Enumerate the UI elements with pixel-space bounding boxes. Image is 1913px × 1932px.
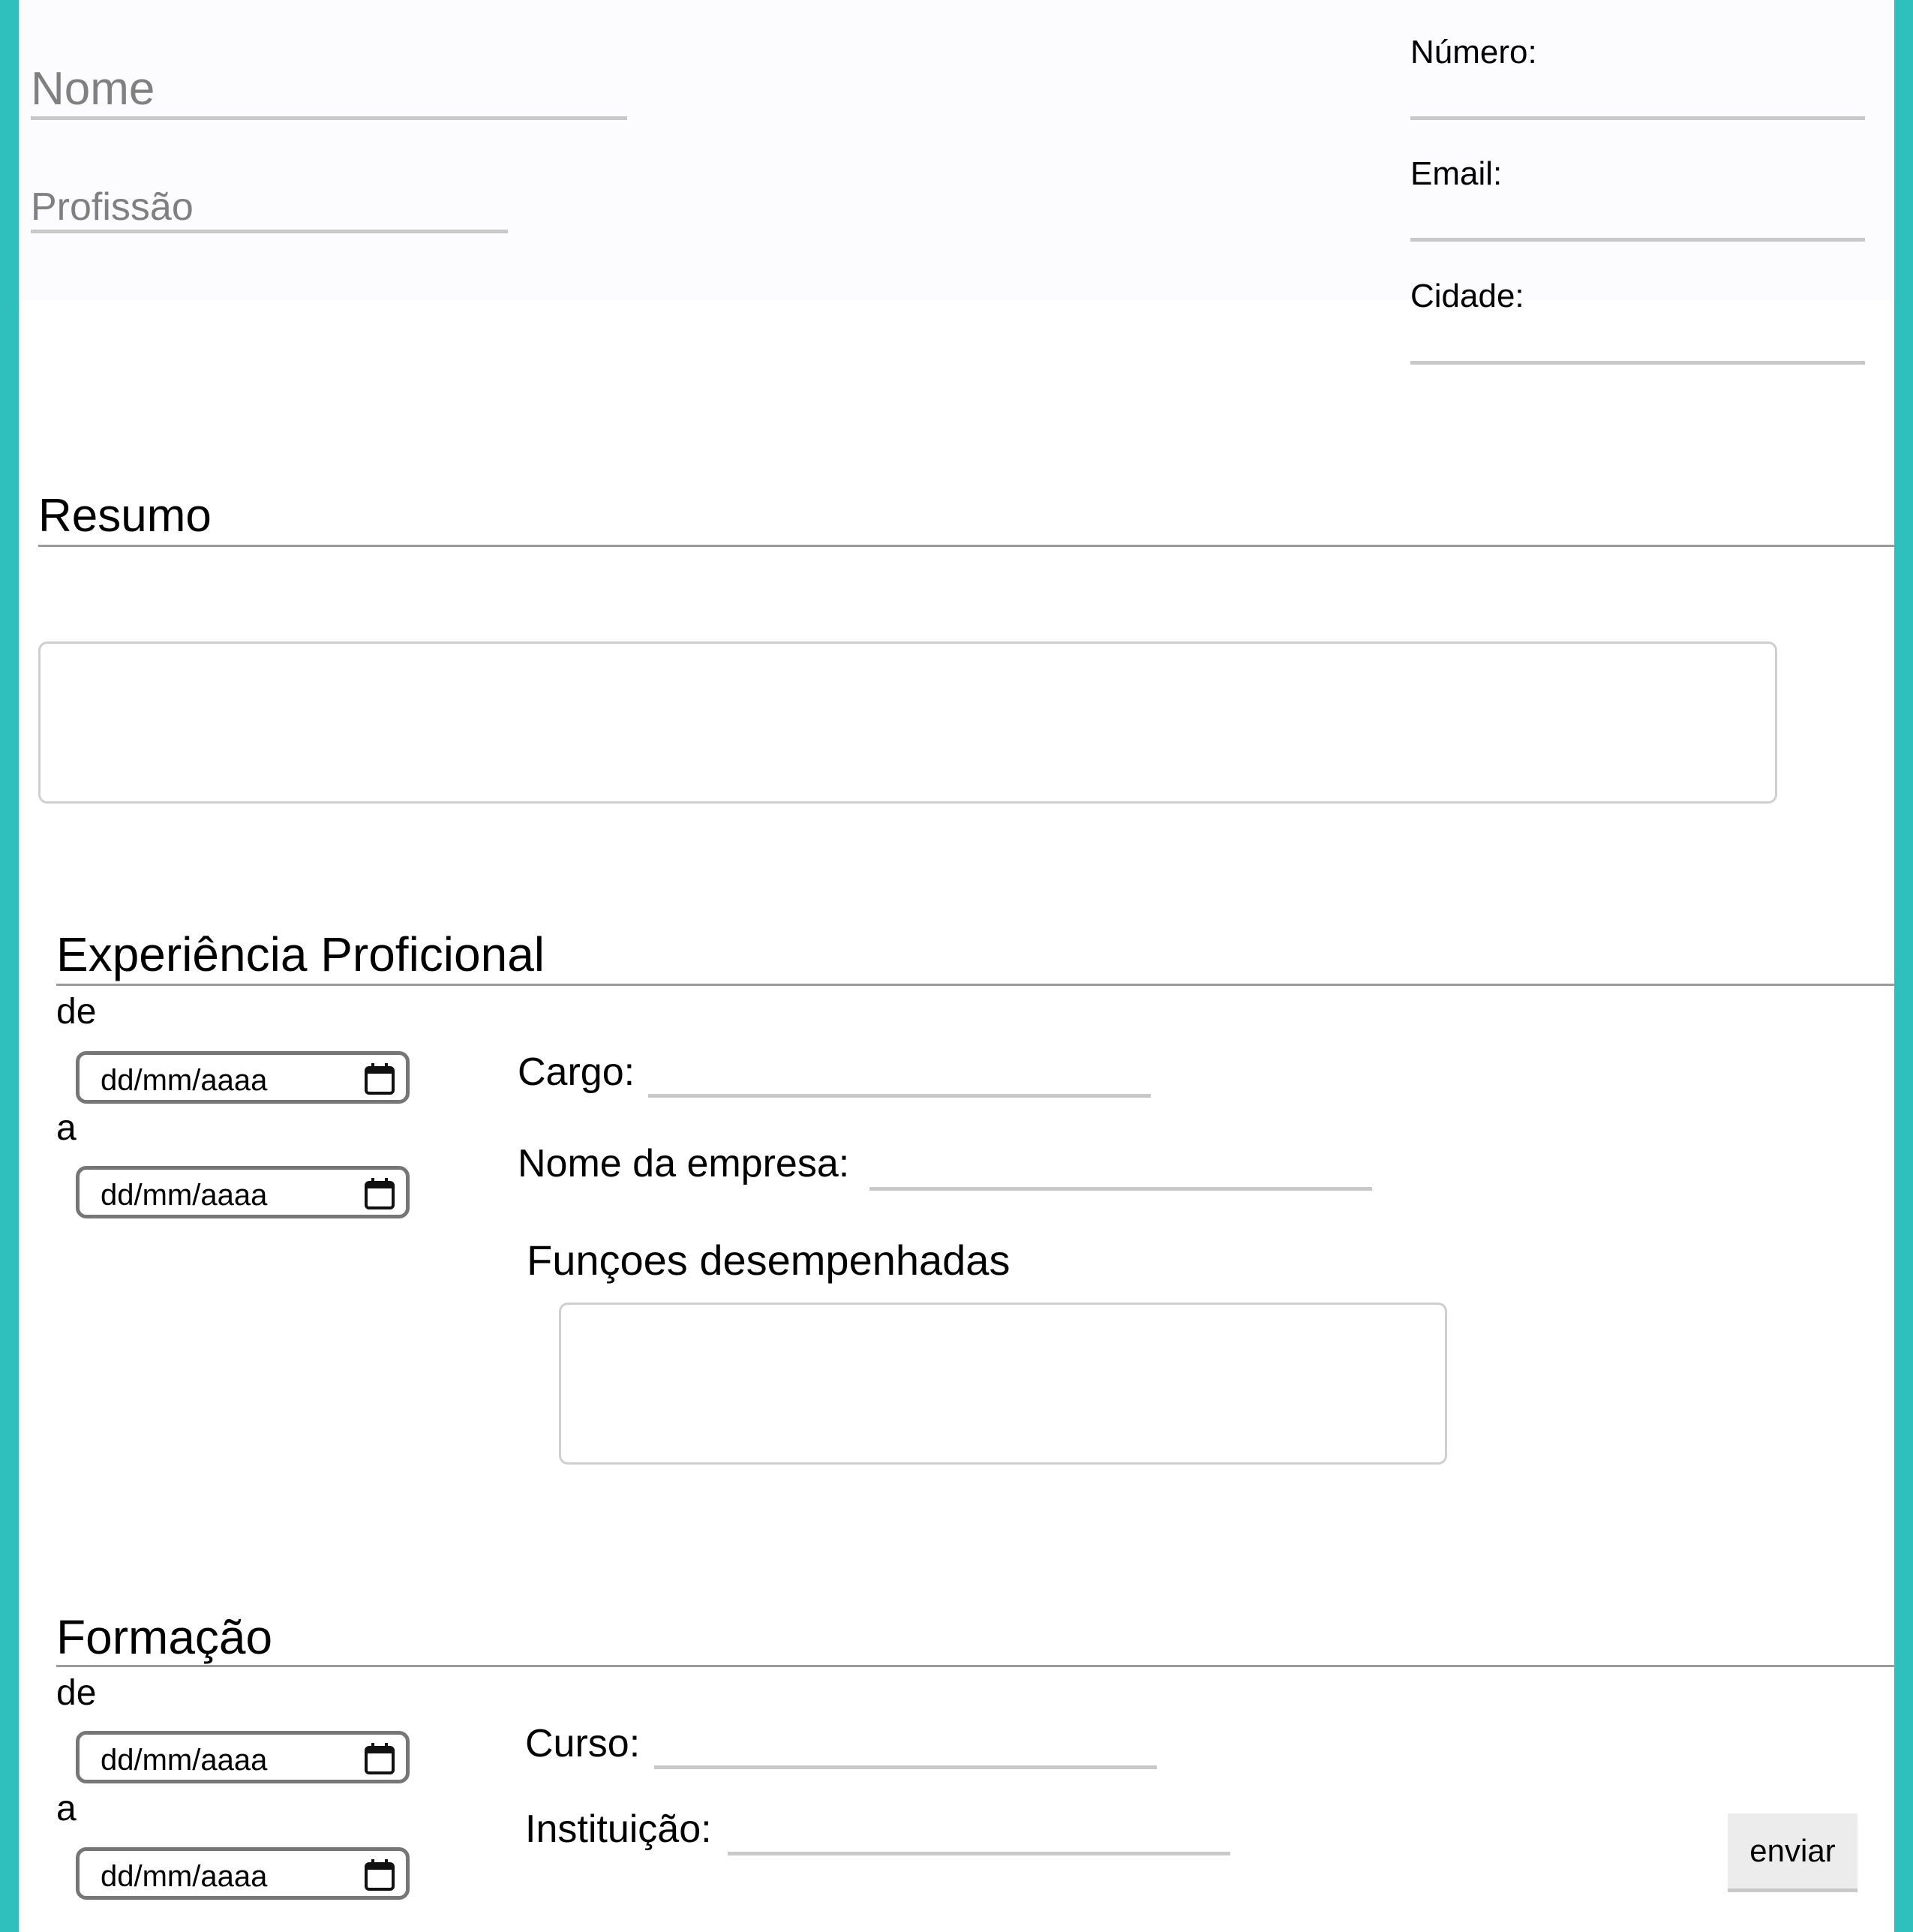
name-input[interactable]: Nome	[31, 66, 616, 119]
calendar-icon[interactable]	[364, 1177, 395, 1210]
email-input[interactable]	[1410, 238, 1865, 242]
city-label: Cidade:	[1410, 278, 1524, 314]
course-label: Curso:	[525, 1722, 641, 1765]
institution-input[interactable]	[728, 1852, 1230, 1855]
education-start-date-input[interactable]: dd/mm/aaaa	[76, 1731, 410, 1783]
city-input[interactable]	[1410, 361, 1865, 365]
institution-label: Instituição:	[525, 1807, 712, 1851]
course-input[interactable]	[654, 1765, 1157, 1769]
resume-form-page: Nome Profissão Número: Email: Cidade: Re…	[19, 0, 1894, 1932]
email-label: Email:	[1410, 155, 1503, 192]
company-label: Nome da empresa:	[518, 1142, 850, 1185]
calendar-icon[interactable]	[364, 1858, 395, 1891]
calendar-icon[interactable]	[364, 1062, 395, 1095]
date-placeholder: dd/mm/aaaa	[101, 1744, 268, 1777]
experience-divider	[56, 984, 1894, 986]
name-input-underline	[31, 116, 627, 120]
education-from-label: de	[56, 1673, 97, 1713]
experience-to-label: a	[56, 1108, 77, 1148]
submit-button[interactable]: enviar	[1728, 1813, 1857, 1892]
role-label: Cargo:	[518, 1050, 635, 1094]
summary-textarea[interactable]	[38, 641, 1777, 804]
number-input[interactable]	[1410, 116, 1865, 120]
date-placeholder: dd/mm/aaaa	[101, 1179, 268, 1212]
education-divider	[56, 1665, 1894, 1667]
profession-input[interactable]: Profissão	[31, 188, 503, 233]
summary-divider	[38, 545, 1894, 547]
profession-input-underline	[31, 230, 508, 233]
duties-label: Funçoes desempenhadas	[527, 1236, 1011, 1284]
duties-textarea[interactable]	[559, 1303, 1447, 1465]
calendar-icon[interactable]	[364, 1742, 395, 1775]
experience-from-label: de	[56, 992, 97, 1032]
header-band	[19, 0, 1894, 300]
date-placeholder: dd/mm/aaaa	[101, 1860, 268, 1893]
company-input[interactable]	[869, 1187, 1372, 1191]
education-title: Formação	[56, 1610, 273, 1664]
experience-end-date-input[interactable]: dd/mm/aaaa	[76, 1166, 410, 1218]
role-input[interactable]	[648, 1094, 1151, 1098]
experience-title: Experiência Proficional	[56, 927, 545, 981]
summary-title: Resumo	[38, 490, 212, 542]
education-to-label: a	[56, 1789, 77, 1828]
number-label: Número:	[1410, 34, 1537, 71]
education-end-date-input[interactable]: dd/mm/aaaa	[76, 1847, 410, 1900]
date-placeholder: dd/mm/aaaa	[101, 1064, 268, 1097]
experience-start-date-input[interactable]: dd/mm/aaaa	[76, 1051, 410, 1104]
